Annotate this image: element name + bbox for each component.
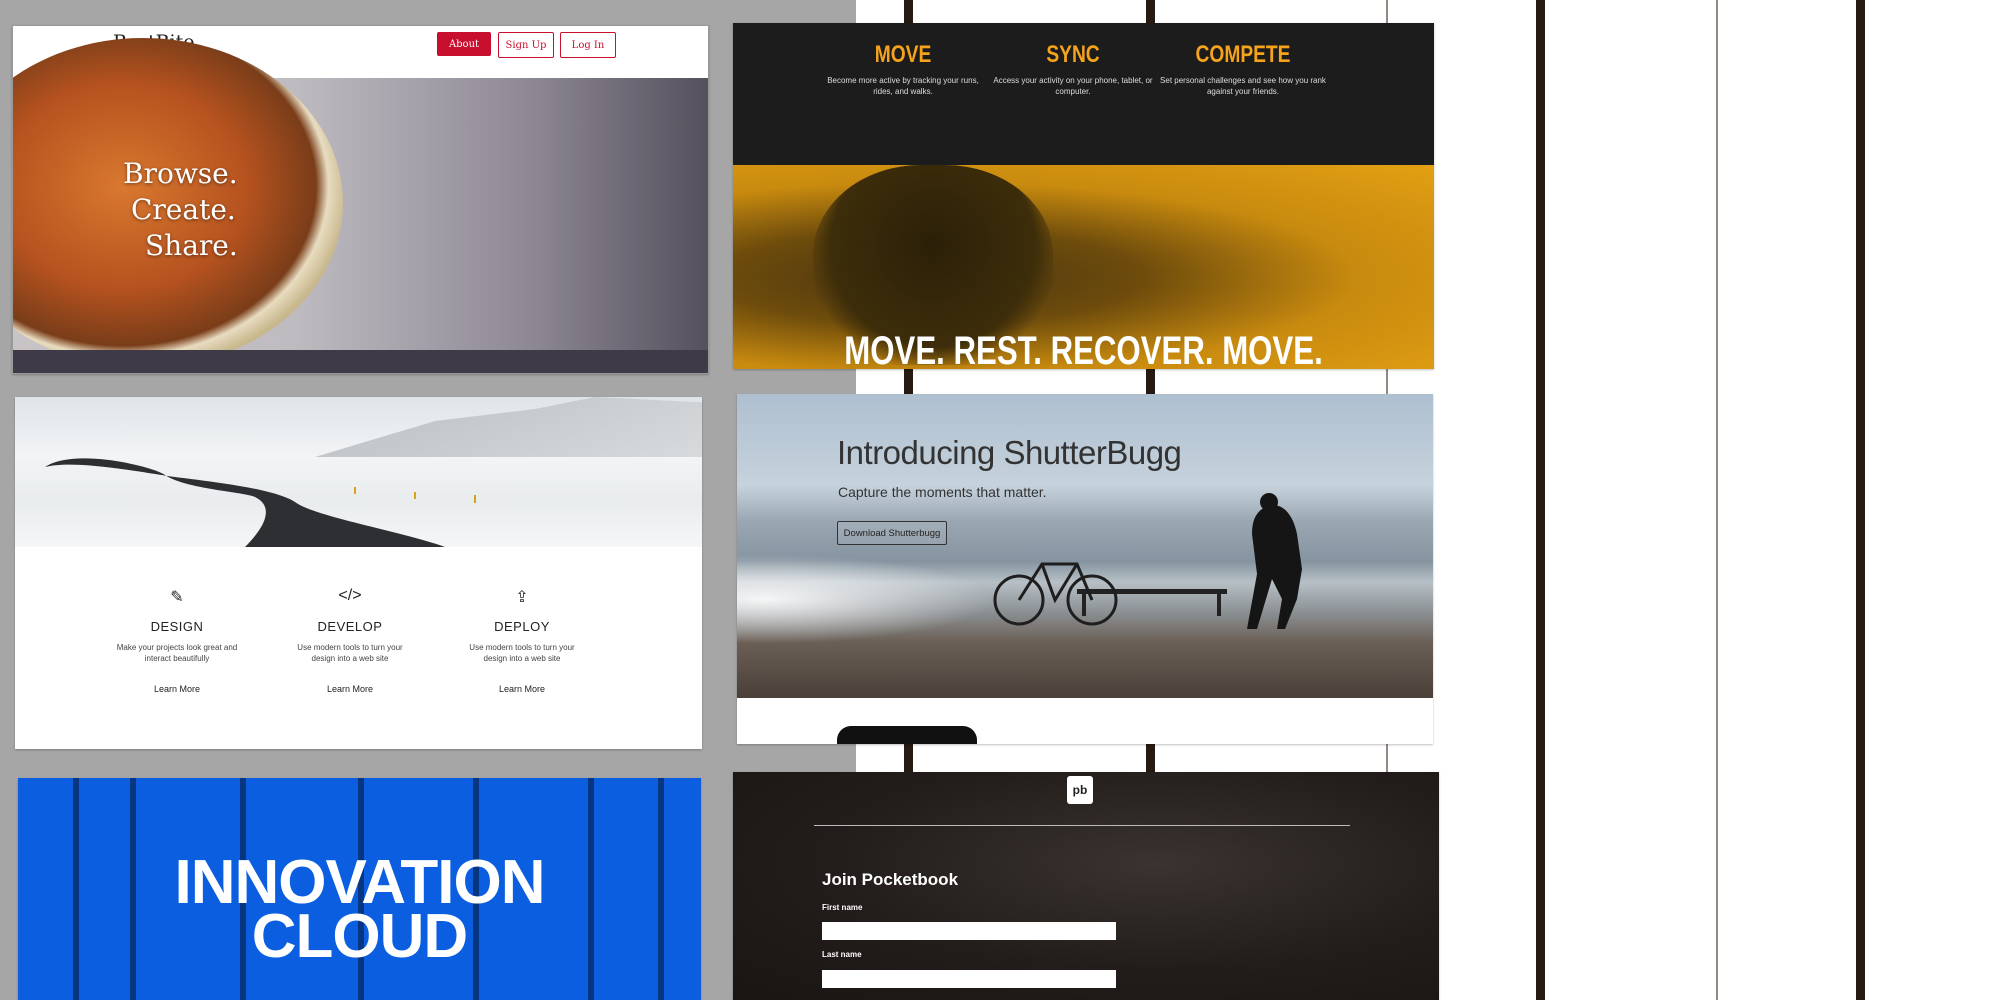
phone-image: [837, 726, 977, 744]
pocketbook-card: pb Join Pocketbook First name Last name: [733, 772, 1439, 1000]
column-desc: Use modern tools to turn your design int…: [297, 643, 403, 663]
column-desc: Use modern tools to turn your design int…: [469, 643, 575, 663]
column-title: DEPLOY: [494, 619, 550, 634]
bestbite-card: BestBite About Sign Up Log In Browse. Cr…: [12, 25, 709, 374]
shutterbugg-card: Introducing ShutterBugg Capture the mome…: [737, 394, 1433, 744]
pocketbook-logo[interactable]: pb: [1067, 776, 1093, 804]
learn-more-link[interactable]: Learn More: [112, 684, 242, 694]
feature-compete: COMPETE Set personal challenges and see …: [1158, 41, 1328, 97]
fitness-card: MOVE Become more active by tracking your…: [733, 23, 1434, 369]
slogan-line-share: Share.: [145, 229, 238, 262]
feature-title: COMPETE: [1195, 41, 1291, 68]
divider: [814, 825, 1350, 826]
last-name-field[interactable]: [822, 970, 1116, 988]
slogan-line-create: Create.: [131, 193, 236, 226]
first-name-field[interactable]: [822, 922, 1116, 940]
innovation-title: INNOVATION CLOUD: [18, 852, 701, 971]
fitness-tagline: MOVE. REST. RECOVER. MOVE.: [844, 329, 1323, 369]
signup-button[interactable]: Sign Up: [498, 32, 554, 58]
column-title: DESIGN: [150, 619, 204, 634]
pencil-icon: ✎: [170, 589, 184, 606]
feature-title: SYNC: [1046, 41, 1100, 68]
feature-move: MOVE Become more active by tracking your…: [818, 41, 988, 97]
about-button[interactable]: About: [437, 32, 491, 56]
slogan-line-browse: Browse.: [123, 157, 238, 190]
upload-icon: ⇪: [515, 589, 529, 606]
innovation-card: INNOVATION CLOUD: [18, 778, 701, 1000]
bestbite-slogan: Browse. Create. Share.: [123, 156, 238, 264]
learn-more-link[interactable]: Learn More: [285, 684, 415, 694]
column-desc: Make your projects look great and intera…: [116, 643, 238, 663]
feature-desc: Become more active by tracking your runs…: [827, 76, 979, 96]
develop-column: </> DEVELOP Use modern tools to turn you…: [285, 587, 415, 694]
column-title: DEVELOP: [317, 619, 383, 634]
shutterbugg-subtitle: Capture the moments that matter.: [838, 484, 1047, 500]
signup-heading: Join Pocketbook: [822, 870, 959, 889]
shutterbugg-title: Introducing ShutterBugg: [837, 434, 1182, 471]
learn-more-link[interactable]: Learn More: [457, 684, 587, 694]
last-name-label: Last name: [822, 950, 862, 959]
feature-sync: SYNC Access your activity on your phone,…: [988, 41, 1158, 97]
first-name-label: First name: [822, 903, 863, 912]
bestbite-hero-image: Browse. Create. Share.: [13, 38, 708, 368]
bestbite-footer-bar: [13, 350, 708, 373]
download-button[interactable]: Download Shutterbugg: [837, 521, 947, 545]
feature-title: MOVE: [874, 41, 932, 68]
design-column: ✎ DESIGN Make your projects look great a…: [112, 587, 242, 694]
login-button[interactable]: Log In: [560, 32, 616, 58]
devsite-card: ✎ DESIGN Make your projects look great a…: [15, 397, 702, 749]
feature-desc: Access your activity on your phone, tabl…: [993, 76, 1153, 96]
deploy-column: ⇪ DEPLOY Use modern tools to turn your d…: [457, 587, 587, 694]
title-line-2: CLOUD: [251, 902, 468, 971]
feature-desc: Set personal challenges and see how you …: [1160, 76, 1326, 96]
code-icon: </>: [338, 587, 362, 604]
snow-road-image: [15, 397, 702, 547]
